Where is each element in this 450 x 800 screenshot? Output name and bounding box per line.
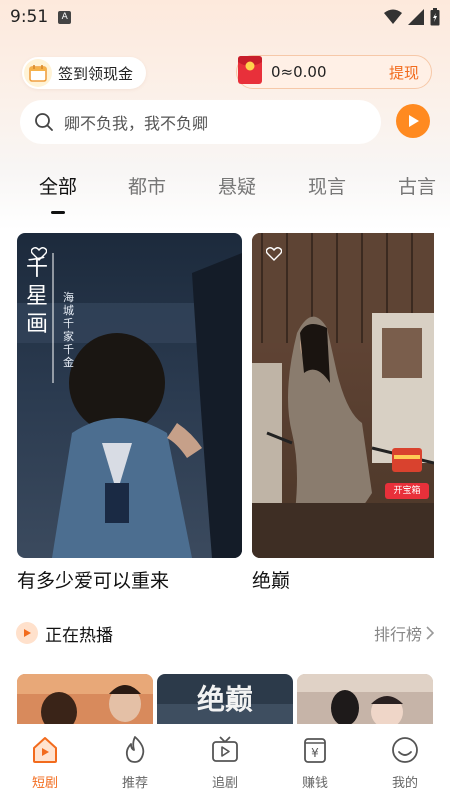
drama-title[interactable]: 绝巅 xyxy=(252,566,434,593)
treasure-badge[interactable]: 开宝箱 xyxy=(385,483,429,499)
status-bar: 9:51 A xyxy=(0,0,450,34)
signal-icon xyxy=(408,9,424,25)
money-icon: ¥ xyxy=(304,738,326,763)
checkin-label: 签到领现金 xyxy=(58,64,134,83)
profile-icon xyxy=(392,737,418,763)
withdraw-button[interactable]: 提现 xyxy=(389,62,419,83)
red-envelope-icon xyxy=(238,56,262,84)
drama-poster[interactable]: 千星画 海城千家千金 xyxy=(17,233,242,558)
heart-icon[interactable] xyxy=(266,247,282,261)
nav-label: 我的 xyxy=(391,776,418,791)
tab-modern-romance[interactable]: 现言 xyxy=(308,172,346,199)
svg-text:¥: ¥ xyxy=(311,746,319,760)
chevron-right-icon xyxy=(426,626,434,640)
nav-label: 短剧 xyxy=(31,776,58,791)
tab-urban[interactable]: 都市 xyxy=(128,172,166,199)
tab-all[interactable]: 全部 xyxy=(39,172,77,199)
nav-shortdrama[interactable]: 短剧 xyxy=(0,724,90,800)
now-playing-thumb[interactable] xyxy=(17,674,153,726)
poster-subtitle: 海城千家千金 xyxy=(63,291,74,369)
status-time: 9:51 xyxy=(10,7,49,27)
wifi-icon xyxy=(384,9,402,24)
poster-image xyxy=(17,233,242,558)
ranking-link[interactable]: 排行榜 xyxy=(374,621,434,645)
drama-title[interactable]: 有多少爱可以重来 xyxy=(17,566,242,593)
search-bar[interactable]: 卿不负我，我不负卿 xyxy=(20,100,381,144)
notification-icon: A xyxy=(58,10,72,24)
tab-suspense[interactable]: 悬疑 xyxy=(218,172,256,199)
search-input[interactable]: 卿不负我，我不负卿 xyxy=(64,110,208,134)
tv-icon xyxy=(212,736,238,762)
search-icon xyxy=(35,113,53,131)
tab-indicator xyxy=(51,211,65,214)
nav-follow[interactable]: 追剧 xyxy=(180,724,270,800)
section-title: 正在热播 xyxy=(45,625,113,646)
status-icons xyxy=(384,8,440,26)
now-playing-thumb[interactable]: 绝巅 xyxy=(157,674,293,726)
nav-recommend[interactable]: 推荐 xyxy=(90,724,180,800)
flame-icon xyxy=(125,736,145,763)
nav-earn[interactable]: ¥ 赚钱 xyxy=(270,724,360,800)
drama-card[interactable]: 千星画 海城千家千金 有多少爱可以重来 xyxy=(17,233,242,593)
home-icon xyxy=(33,737,57,763)
ranking-label: 排行榜 xyxy=(373,625,422,644)
drama-poster[interactable]: 开宝箱 xyxy=(252,233,434,558)
poster-image xyxy=(252,233,434,558)
now-playing-thumb[interactable] xyxy=(297,674,433,726)
calendar-icon xyxy=(24,59,52,87)
thumb-title: 绝巅 xyxy=(196,683,253,716)
play-icon xyxy=(409,115,419,127)
tab-ancient-romance[interactable]: 古言 xyxy=(398,172,436,199)
poster-title: 千星画 xyxy=(26,256,49,337)
checkin-button[interactable]: 签到领现金 xyxy=(22,57,146,89)
play-circle-icon xyxy=(16,622,38,644)
wallet-pill[interactable]: 0≈0.00 提现 xyxy=(236,55,432,89)
thumb-image xyxy=(297,674,433,726)
drama-card[interactable]: 开宝箱 绝巅 xyxy=(252,233,434,593)
category-tabs: 全部 都市 悬疑 现言 古言 xyxy=(0,168,450,214)
battery-icon xyxy=(430,8,440,26)
nav-label: 推荐 xyxy=(121,776,148,791)
bottom-navigation: 短剧 推荐 追剧 ¥ 赚钱 我的 xyxy=(0,724,450,800)
nav-profile[interactable]: 我的 xyxy=(360,724,450,800)
nav-label: 追剧 xyxy=(211,776,238,791)
nav-label: 赚钱 xyxy=(301,776,328,791)
now-playing-header: 正在热播 排行榜 xyxy=(16,620,434,646)
play-button[interactable] xyxy=(396,104,430,138)
thumb-image xyxy=(17,674,153,726)
wallet-balance: 0≈0.00 xyxy=(271,63,327,81)
